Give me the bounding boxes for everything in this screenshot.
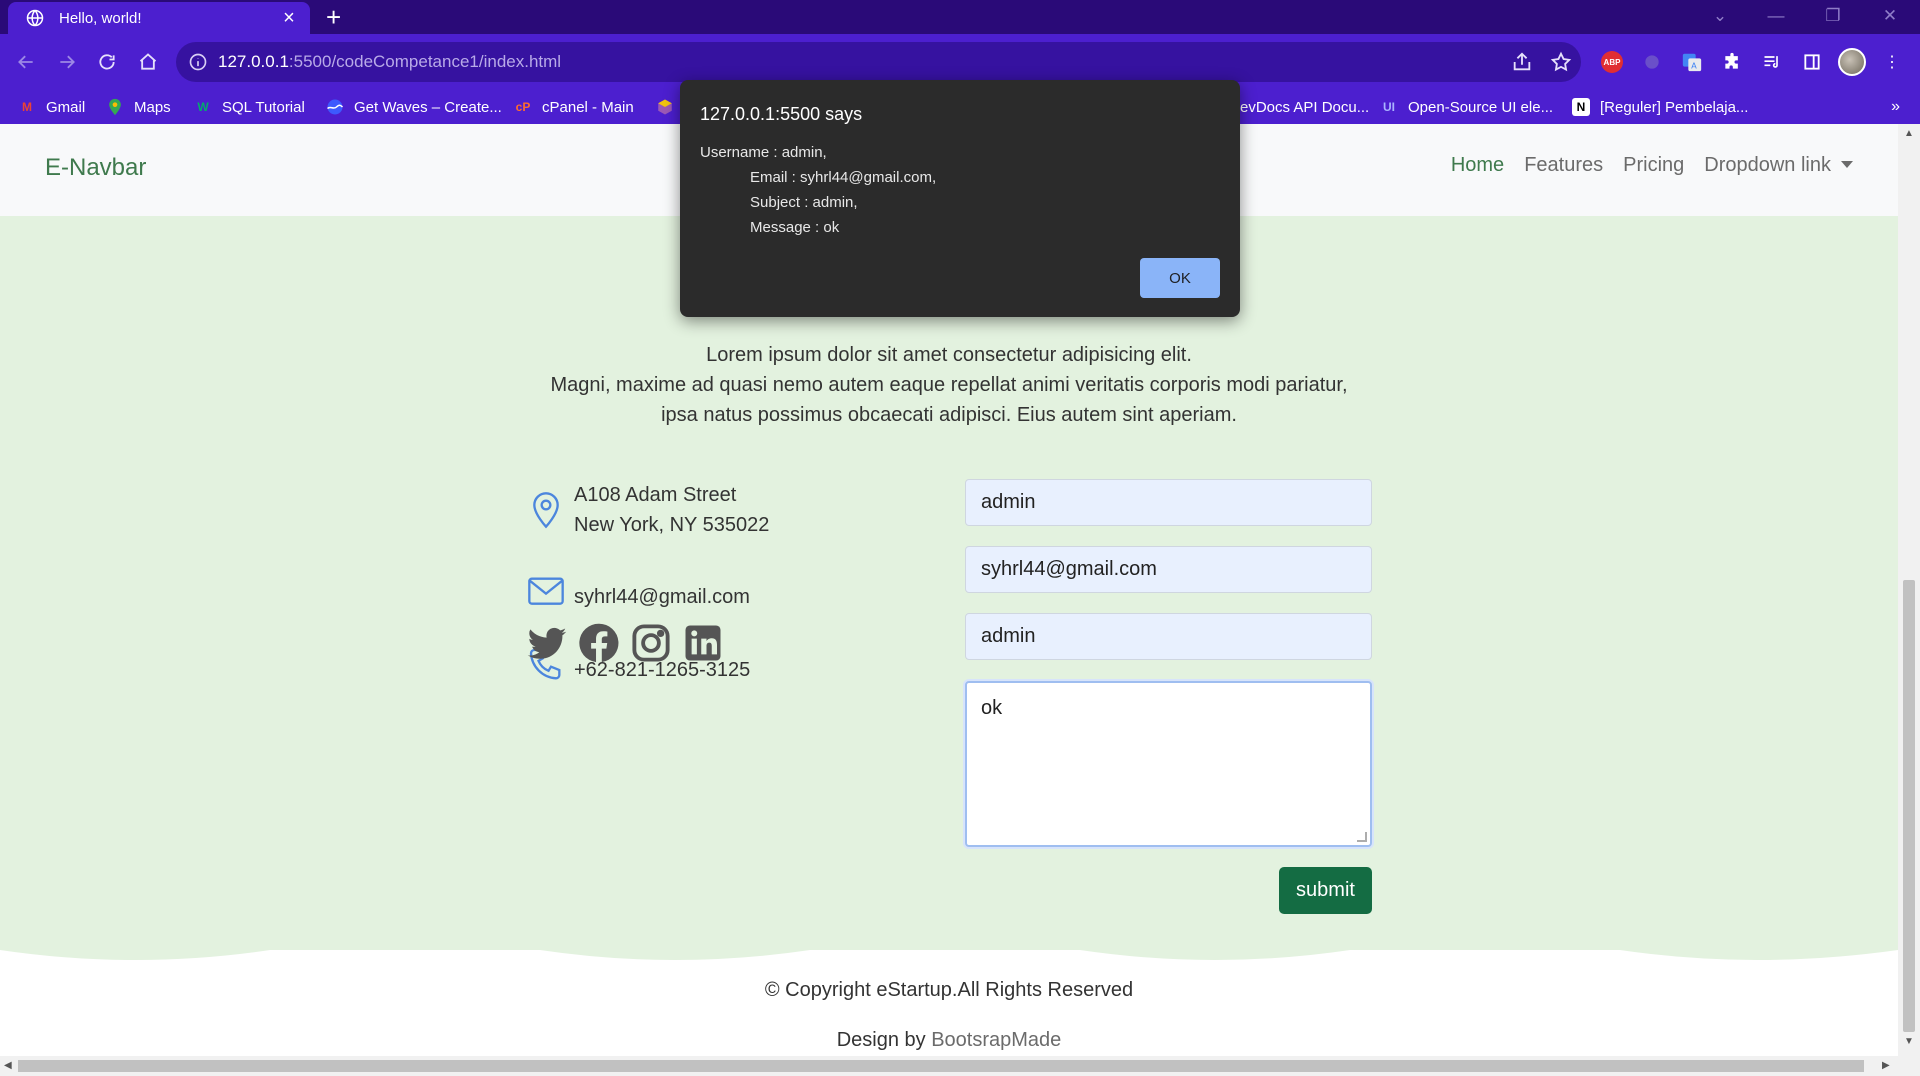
vertical-scroll-thumb[interactable]: [1903, 580, 1915, 1032]
profile-avatar[interactable]: [1838, 48, 1866, 76]
globe-icon: [25, 8, 45, 28]
instagram-icon[interactable]: [630, 622, 672, 664]
bookmark-sql-tutorial[interactable]: W SQL Tutorial: [194, 94, 305, 120]
translate-icon[interactable]: A: [1678, 48, 1706, 76]
dialog-title: 127.0.0.1:5500 says: [700, 104, 863, 124]
email-info: syhrl44@gmail.com: [526, 572, 750, 612]
bookmark-star-icon[interactable]: [1550, 51, 1572, 73]
username-input[interactable]: admin: [965, 479, 1372, 526]
wave-divider: [0, 940, 1898, 960]
tab-title: Hello, world!: [59, 9, 142, 27]
adblock-icon[interactable]: ABP: [1598, 48, 1626, 76]
address-bar[interactable]: 127.0.0.1:5500/codeCompetance1/index.htm…: [176, 42, 1581, 82]
email-input[interactable]: syhrl44@gmail.com: [965, 546, 1372, 593]
contact-lead-text: Lorem ipsum dolor sit amet consectetur a…: [550, 344, 1348, 426]
submit-button[interactable]: submit: [1279, 867, 1372, 914]
waves-icon: [326, 98, 344, 116]
nav-links: Home Features Pricing Dropdown link: [1451, 154, 1853, 177]
dialog-message: Username : admin, Email : syhrl44@gmail.…: [700, 144, 937, 236]
copyright-text: © Copyright eStartup.All Rights Reserved: [764, 979, 1134, 1001]
site-info-icon[interactable]: [188, 52, 208, 72]
forward-button[interactable]: [53, 48, 81, 76]
cpanel-icon: cP: [515, 100, 531, 114]
media-control-icon[interactable]: [1758, 48, 1786, 76]
more-bookmarks-icon[interactable]: »: [1891, 98, 1900, 116]
message-text: ok: [981, 697, 1003, 719]
extensions-puzzle-icon[interactable]: [1718, 48, 1746, 76]
notion-icon: N: [1572, 98, 1590, 116]
scroll-up-icon[interactable]: ▲: [1904, 128, 1914, 139]
bookmark-maps[interactable]: Maps: [106, 94, 171, 120]
design-credit: Design by BootsrapMade: [836, 1029, 1062, 1051]
nav-pricing[interactable]: Pricing: [1623, 154, 1684, 177]
envelope-icon: [528, 577, 564, 605]
minimize-button[interactable]: —: [1756, 2, 1796, 30]
bookmark-gmail[interactable]: M Gmail: [18, 94, 85, 120]
subject-input[interactable]: admin: [965, 613, 1372, 660]
home-button[interactable]: [134, 48, 162, 76]
nav-features[interactable]: Features: [1524, 154, 1603, 177]
address-line-2: New York, NY 535022: [574, 514, 770, 536]
colorful-cube-icon: [656, 98, 674, 116]
location-pin-icon: [533, 492, 559, 529]
contact-section: Lorem ipsum dolor sit amet consectetur a…: [0, 216, 1898, 950]
address-line-1: A108 Adam Street: [574, 484, 737, 506]
gmail-icon: M: [22, 100, 32, 114]
back-button[interactable]: [12, 48, 40, 76]
extension-icon[interactable]: [1638, 48, 1666, 76]
horizontal-scrollbar[interactable]: ◀ ▶: [0, 1056, 1920, 1076]
scroll-down-icon[interactable]: ▼: [1904, 1036, 1914, 1047]
linkedin-icon[interactable]: [682, 622, 724, 664]
alert-dialog: 127.0.0.1:5500 says Username : admin, Em…: [680, 80, 1240, 317]
twitter-icon[interactable]: [526, 622, 568, 664]
side-panel-icon[interactable]: [1798, 48, 1826, 76]
kebab-menu-icon[interactable]: ⋮: [1878, 48, 1906, 76]
restore-button[interactable]: ❐: [1813, 2, 1853, 30]
address-info: A108 Adam Street New York, NY 535022: [526, 480, 769, 540]
dialog-ok-button[interactable]: OK: [1140, 258, 1220, 298]
horizontal-scroll-thumb[interactable]: [18, 1060, 1864, 1072]
bootstrapmade-link[interactable]: BootsrapMade: [931, 1029, 1061, 1051]
contact-email: syhrl44@gmail.com: [574, 586, 750, 608]
navbar-brand[interactable]: E-Navbar: [45, 154, 146, 182]
bookmark-get-waves[interactable]: Get Waves – Create...: [326, 94, 502, 120]
tab-search-icon[interactable]: ⌄: [1700, 2, 1740, 30]
reload-button[interactable]: [93, 48, 121, 76]
nav-home[interactable]: Home: [1451, 154, 1504, 177]
social-links: [526, 622, 724, 664]
vertical-scrollbar[interactable]: ▲ ▼: [1898, 124, 1920, 1056]
facebook-icon[interactable]: [578, 622, 620, 664]
share-icon[interactable]: [1511, 51, 1533, 73]
browser-tab[interactable]: Hello, world! ×: [8, 2, 310, 34]
tab-strip: Hello, world! × + ⌄ — ❐ ✕: [0, 0, 1920, 34]
nav-dropdown[interactable]: Dropdown link: [1704, 154, 1853, 177]
bookmark-open-source-ui[interactable]: UI Open-Source UI ele...: [1380, 94, 1553, 120]
scroll-left-icon[interactable]: ◀: [4, 1060, 12, 1071]
message-textarea[interactable]: ok: [965, 681, 1372, 847]
w3schools-icon: W: [197, 100, 209, 114]
caret-down-icon: [1841, 161, 1853, 168]
url-text: 127.0.0.1:5500/codeCompetance1/index.htm…: [218, 52, 562, 71]
bookmark-cpanel[interactable]: cP cPanel - Main: [514, 94, 634, 120]
close-tab-icon[interactable]: ×: [278, 8, 300, 28]
new-tab-button[interactable]: +: [326, 4, 341, 30]
svg-text:A: A: [1691, 60, 1697, 70]
bookmark-devdocs[interactable]: evDocs API Docu...: [1240, 94, 1369, 120]
resize-handle-icon[interactable]: [1357, 832, 1367, 842]
scroll-right-icon[interactable]: ▶: [1882, 1060, 1890, 1071]
maps-icon: [106, 98, 124, 116]
close-window-button[interactable]: ✕: [1870, 2, 1910, 30]
ui-icon: UI: [1383, 100, 1395, 114]
bookmark-reguler[interactable]: N [Reguler] Pembelaja...: [1572, 94, 1748, 120]
